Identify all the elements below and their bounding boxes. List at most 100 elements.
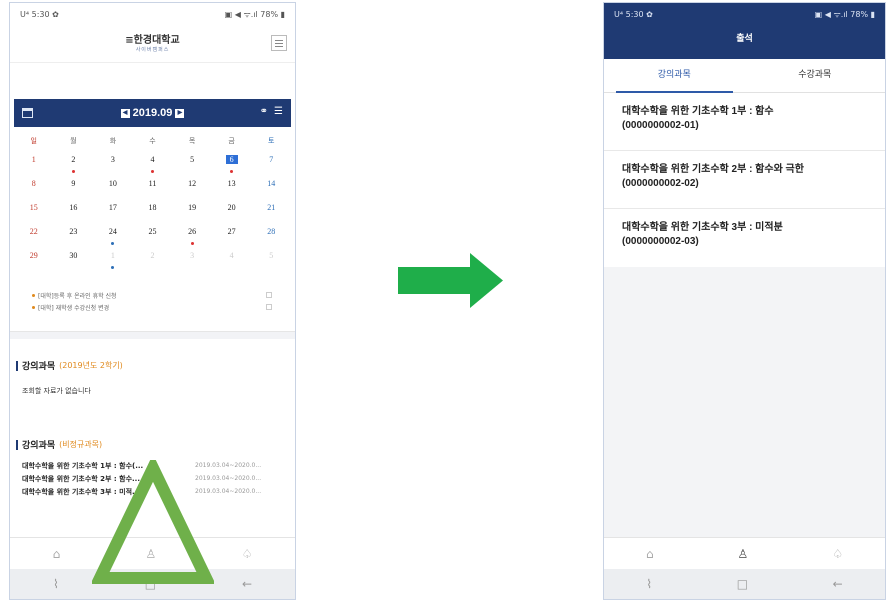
calendar-week-row: 22 23 24 25 26 27 28 (14, 223, 291, 247)
event-dot-icon (111, 242, 115, 245)
back-icon[interactable]: ← (833, 577, 843, 591)
calendar-day[interactable]: 30 (54, 247, 94, 271)
attendance-item[interactable]: 대학수학을 위한 기초수학 1부 : 함수 (0000000002-01) (604, 93, 885, 151)
calendar-day[interactable]: 5 (251, 247, 291, 271)
calendar-day-number: 13 (227, 179, 236, 188)
back-icon[interactable]: ← (242, 577, 252, 591)
home-square-icon[interactable]: □ (737, 577, 748, 591)
calendar-day[interactable]: 29 (14, 247, 54, 271)
home-icon[interactable]: ⌂ (646, 547, 654, 561)
calendar-day-number: 9 (71, 179, 76, 188)
tab-enrolled-courses[interactable]: 수강과목 (745, 59, 886, 92)
calendar-day-number: 25 (148, 227, 157, 236)
calendar-day[interactable]: 12 (172, 175, 212, 199)
calendar-day-number: 10 (108, 179, 117, 188)
attendance-item[interactable]: 대학수학을 위한 기초수학 3부 : 미적분 (0000000002-03) (604, 209, 885, 267)
calendar-day[interactable]: 15 (14, 199, 54, 223)
calendar-day[interactable]: 4 (212, 247, 252, 271)
calendar-day[interactable]: 20 (212, 199, 252, 223)
calendar-day[interactable]: 1 (14, 151, 54, 175)
section-title-semester: 강의과목 (2019년도 2학기) (16, 359, 295, 372)
calendar-day[interactable]: 5 (172, 151, 212, 175)
calendar-day[interactable]: 17 (93, 199, 133, 223)
calendar-day[interactable]: 21 (251, 199, 291, 223)
calendar-day[interactable]: 4 (133, 151, 173, 175)
calendar-day[interactable]: 16 (54, 199, 94, 223)
section-title-nonregular: 강의과목 (비정규과목) (16, 438, 295, 451)
prev-month-button[interactable]: ◀ (120, 108, 130, 118)
bullet-icon (32, 305, 35, 309)
calendar-day[interactable]: 6 (212, 151, 252, 175)
site-header: ≡한경대학교 사이버캠퍼스 (10, 25, 295, 63)
weekday-label: 월 (70, 137, 77, 145)
list-icon[interactable]: ☰ (274, 106, 283, 117)
home-icon[interactable]: ⌂ (53, 547, 61, 561)
people-icon[interactable]: ♙ (738, 547, 749, 561)
recent-apps-icon[interactable]: ⌇ (646, 577, 652, 591)
calendar-day[interactable]: 2 (133, 247, 173, 271)
calendar-day[interactable]: 19 (172, 199, 212, 223)
calendar-header: ◀ 2019.09 ▶ ⚭ ☰ (14, 99, 291, 127)
recent-apps-icon[interactable]: ⌇ (53, 577, 59, 591)
calendar-day-number: 11 (148, 179, 157, 188)
status-bar: U⁴ 5:30 ✿ ▣ ◀ ᯤ.ıl 78% ▮ (604, 3, 885, 25)
calendar-day-number: 20 (227, 203, 236, 212)
status-time: U⁴ 5:30 ✿ (20, 9, 59, 19)
calendar-day-number: 2 (71, 155, 76, 164)
calendar-day[interactable]: 25 (133, 223, 173, 247)
calendar-day[interactable]: 27 (212, 223, 252, 247)
weekday-label: 일 (30, 137, 37, 145)
calendar-day[interactable]: 26 (172, 223, 212, 247)
tab-lecture-courses[interactable]: 강의과목 (604, 59, 745, 93)
tab-bar: 강의과목 수강과목 (604, 59, 885, 93)
event-dot-icon (111, 266, 115, 269)
calendar-day[interactable]: 23 (54, 223, 94, 247)
calendar-day[interactable]: 3 (93, 151, 133, 175)
university-logo[interactable]: ≡한경대학교 (10, 31, 295, 46)
calendar-icon[interactable] (22, 108, 33, 118)
calendar-week-row: 15 16 17 18 19 20 21 (14, 199, 291, 223)
calendar-day-number: 4 (229, 251, 234, 260)
calendar-day-number: 19 (188, 203, 197, 212)
calendar-day[interactable]: 1 (93, 247, 133, 271)
bullet-icon (32, 293, 35, 297)
calendar-day[interactable]: 22 (14, 223, 54, 247)
calendar-day[interactable]: 24 (93, 223, 133, 247)
link-icon[interactable]: ⚭ (260, 106, 268, 117)
next-month-button[interactable]: ▶ (175, 108, 185, 118)
section-title-text: 강의과목 (22, 441, 56, 451)
attendance-item[interactable]: 대학수학을 위한 기초수학 2부 : 함수와 극한 (0000000002-02… (604, 151, 885, 209)
weekday-label: 화 (109, 137, 117, 145)
notice-item[interactable]: [대학] 재학생 수강신청 변경 (32, 301, 272, 313)
right-phone-screen: U⁴ 5:30 ✿ ▣ ◀ ᯤ.ıl 78% ▮ 출석 강의과목 수강과목 대학… (603, 2, 886, 600)
calendar-day-number: 23 (69, 227, 78, 236)
section-tag: (비정규과목) (59, 440, 103, 449)
attendance-item-title: 대학수학을 위한 기초수학 1부 : 함수 (622, 106, 774, 117)
page-title: 출석 (736, 34, 753, 44)
calendar-day-number: 2 (150, 251, 155, 260)
calendar-day[interactable]: 18 (133, 199, 173, 223)
bell-icon[interactable]: ♤ (242, 547, 253, 561)
calendar-day[interactable]: 9 (54, 175, 94, 199)
calendar-day[interactable]: 3 (172, 247, 212, 271)
hamburger-menu-icon[interactable] (271, 35, 287, 51)
calendar-day-number: 14 (267, 179, 276, 188)
calendar-day[interactable]: 28 (251, 223, 291, 247)
calendar-day[interactable]: 14 (251, 175, 291, 199)
calendar-day[interactable]: 11 (133, 175, 173, 199)
event-dot-icon (230, 170, 234, 173)
event-dot-icon (190, 242, 194, 245)
calendar-day[interactable]: 10 (93, 175, 133, 199)
university-subtitle: 사이버캠퍼스 (135, 47, 170, 53)
external-link-icon (266, 292, 272, 298)
calendar-day[interactable]: 8 (14, 175, 54, 199)
notice-item[interactable]: [대학]등록 후 온라인 휴학 신청 (32, 289, 272, 301)
bell-icon[interactable]: ♤ (832, 547, 843, 561)
calendar-day[interactable]: 2 (54, 151, 94, 175)
calendar-day[interactable]: 7 (251, 151, 291, 175)
status-time: U⁴ 5:30 ✿ (614, 9, 653, 19)
calendar-day-number: 1 (110, 251, 115, 260)
calendar-day[interactable]: 13 (212, 175, 252, 199)
weekday-label: 금 (228, 137, 235, 145)
weekday-label: 수 (149, 137, 156, 145)
